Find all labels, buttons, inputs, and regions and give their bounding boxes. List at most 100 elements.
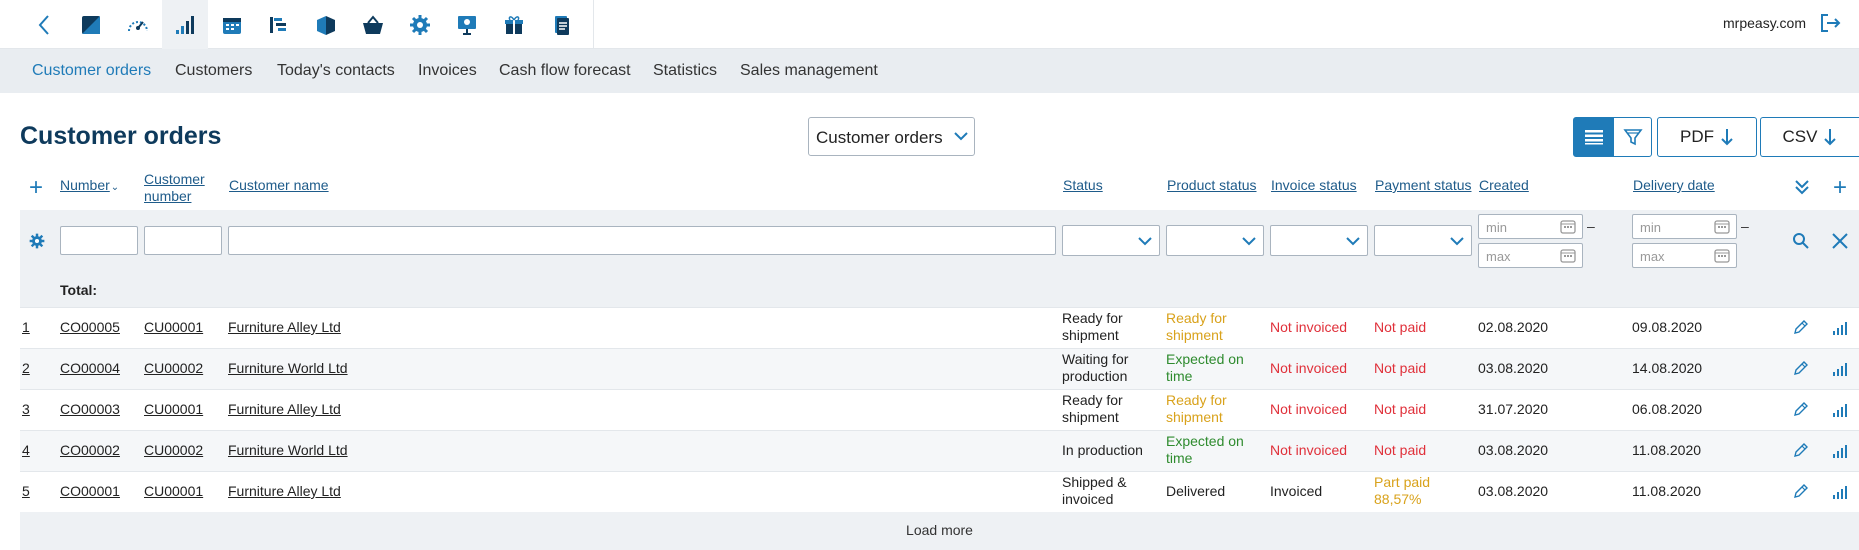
presentation-icon[interactable] — [444, 0, 490, 49]
view-select[interactable]: Customer orders — [808, 117, 975, 156]
created-date: 03.08.2020 — [1478, 483, 1549, 499]
payment-status-filter-select[interactable] — [1374, 225, 1472, 256]
basket-icon[interactable] — [350, 0, 396, 49]
add-column-icon[interactable]: + — [1833, 176, 1847, 200]
invoice-status: Not invoiced — [1270, 401, 1348, 417]
stats-icon[interactable] — [1832, 362, 1848, 376]
order-number-link[interactable]: CO00002 — [60, 442, 120, 459]
created-max-input[interactable]: max — [1478, 243, 1583, 268]
customer-number-link[interactable]: CU00002 — [144, 442, 203, 459]
row-index-link[interactable]: 5 — [22, 483, 30, 500]
header-customer-number[interactable]: Customer number — [144, 171, 205, 205]
edit-icon[interactable] — [1793, 401, 1809, 417]
speedometer-icon[interactable] — [115, 0, 161, 49]
stats-icon[interactable] — [1832, 403, 1848, 417]
document-icon[interactable] — [538, 0, 584, 49]
pdf-export-button[interactable]: PDF — [1657, 117, 1757, 157]
header-invoice-status[interactable]: Invoice status — [1271, 177, 1357, 194]
customer-name-filter-input[interactable] — [228, 226, 1056, 255]
delivery-date: 06.08.2020 — [1632, 401, 1703, 417]
filter-button[interactable] — [1613, 117, 1652, 157]
edit-icon[interactable] — [1793, 319, 1809, 335]
csv-label: CSV — [1782, 127, 1818, 146]
subnav-customers[interactable]: Customers — [175, 62, 252, 80]
product-status-filter-select[interactable] — [1166, 225, 1264, 256]
subnav-todays-contacts[interactable]: Today's contacts — [277, 62, 395, 80]
header-number[interactable]: Number⌄ — [60, 177, 119, 196]
stats-icon[interactable] — [1832, 444, 1848, 458]
header-product-status[interactable]: Product status — [1167, 177, 1257, 194]
status-filter-select[interactable] — [1062, 225, 1160, 256]
row-index-link[interactable]: 2 — [22, 360, 30, 377]
stats-icon[interactable] — [1832, 485, 1848, 499]
delivery-date: 11.08.2020 — [1632, 483, 1702, 499]
divider — [593, 0, 594, 49]
search-icon[interactable] — [1792, 232, 1810, 250]
order-number-link[interactable]: CO00005 — [60, 319, 120, 336]
customer-name-link[interactable]: Furniture Alley Ltd — [228, 483, 341, 500]
gantt-icon[interactable] — [256, 0, 302, 49]
row-index-link[interactable]: 1 — [22, 319, 30, 336]
signal-bars-icon[interactable] — [162, 0, 208, 49]
invoice-status: Invoiced — [1270, 483, 1323, 499]
clear-filters-icon[interactable] — [1831, 232, 1849, 250]
add-order-icon[interactable]: + — [29, 176, 43, 200]
subnav-sales-management[interactable]: Sales management — [740, 62, 878, 80]
customer-name-link[interactable]: Furniture Alley Ltd — [228, 401, 341, 418]
subnav-cash-flow-forecast[interactable]: Cash flow forecast — [499, 62, 631, 80]
settings-gear-icon[interactable] — [28, 232, 46, 250]
load-more-button[interactable]: Load more — [20, 512, 1859, 550]
edit-icon[interactable] — [1793, 483, 1809, 499]
chevron-down-icon — [954, 132, 968, 141]
edit-icon[interactable] — [1793, 360, 1809, 376]
delivery-max-input[interactable]: max — [1632, 243, 1737, 268]
product-status: Ready for shipment — [1166, 310, 1227, 343]
header-created[interactable]: Created — [1479, 177, 1529, 194]
customer-number-link[interactable]: CU00002 — [144, 360, 203, 377]
order-status: Waiting for production — [1062, 351, 1129, 384]
created-date: 31.07.2020 — [1478, 401, 1549, 417]
logout-icon[interactable] — [1819, 12, 1841, 39]
created-min-input[interactable]: min — [1478, 214, 1583, 239]
stats-icon[interactable] — [1832, 321, 1848, 335]
invoice-status: Not invoiced — [1270, 360, 1348, 376]
customer-number-link[interactable]: CU00001 — [144, 319, 203, 336]
order-status: Shipped & invoiced — [1062, 474, 1127, 507]
row-index-link[interactable]: 3 — [22, 401, 30, 418]
number-filter-input[interactable] — [60, 226, 138, 255]
payment-status: Not paid — [1374, 319, 1427, 335]
subnav-invoices[interactable]: Invoices — [418, 62, 477, 80]
customer-name-link[interactable]: Furniture World Ltd — [228, 442, 348, 459]
customer-name-link[interactable]: Furniture World Ltd — [228, 360, 348, 377]
header-delivery-date[interactable]: Delivery date — [1633, 177, 1715, 194]
header-customer-name[interactable]: Customer name — [229, 177, 329, 194]
customer-name-link[interactable]: Furniture Alley Ltd — [228, 319, 341, 336]
subnav-statistics[interactable]: Statistics — [653, 62, 717, 80]
customer-number-link[interactable]: CU00001 — [144, 401, 203, 418]
invoice-status-filter-select[interactable] — [1270, 225, 1368, 256]
total-row — [20, 272, 1859, 307]
order-number-link[interactable]: CO00004 — [60, 360, 120, 377]
customer-number-filter-input[interactable] — [144, 226, 222, 255]
customer-number-link[interactable]: CU00001 — [144, 483, 203, 500]
back-icon[interactable] — [21, 0, 67, 49]
domain-label: mrpeasy.com — [1723, 15, 1806, 31]
calendar-icon[interactable] — [209, 0, 255, 49]
box-icon[interactable] — [303, 0, 349, 49]
csv-export-button[interactable]: CSV — [1760, 117, 1859, 157]
row-index-link[interactable]: 4 — [22, 442, 30, 459]
delivery-min-input[interactable]: min — [1632, 214, 1737, 239]
order-number-link[interactable]: CO00001 — [60, 483, 120, 500]
header-status[interactable]: Status — [1063, 177, 1103, 194]
edit-icon[interactable] — [1793, 442, 1809, 458]
order-number-link[interactable]: CO00003 — [60, 401, 120, 418]
subnav-customer-orders[interactable]: Customer orders — [32, 62, 151, 80]
header-payment-status[interactable]: Payment status — [1375, 177, 1472, 194]
order-status: In production — [1062, 442, 1143, 458]
expand-columns-icon[interactable] — [1794, 178, 1810, 196]
list-view-button[interactable] — [1573, 117, 1614, 157]
stock-icon[interactable] — [68, 0, 114, 49]
gift-icon[interactable] — [491, 0, 537, 49]
gear-icon[interactable] — [397, 0, 443, 49]
filter-icon — [1622, 129, 1643, 146]
